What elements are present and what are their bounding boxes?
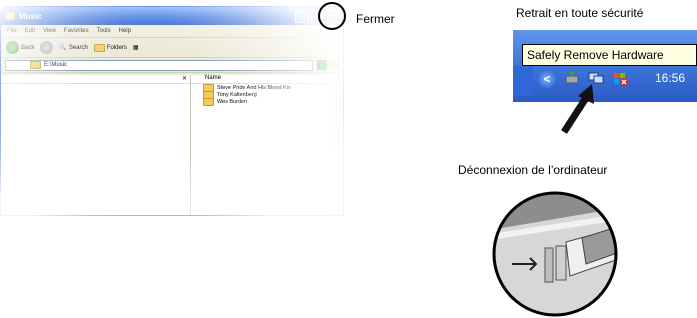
chevron-left-icon[interactable]: < — [538, 70, 556, 88]
back-icon — [6, 41, 19, 54]
folder-icon — [203, 97, 214, 106]
column-name[interactable]: Name — [191, 75, 343, 84]
toolbar: Back 🔍 Search Folders ▦ — [1, 38, 343, 58]
menu-edit[interactable]: Edit — [25, 28, 35, 34]
folders-label: Folders — [106, 44, 127, 51]
file-pane: Name Steve Pride And His Blood Kin Tony … — [191, 75, 343, 215]
explorer-window: Music _ □ ✕ File Edit View Favorites Too… — [0, 6, 344, 216]
minimize-icon[interactable]: _ — [295, 9, 309, 23]
pane-close[interactable]: ✕ — [1, 75, 190, 84]
pointer-arrow — [561, 84, 594, 134]
file-name: Steve Pride And His Blood Kin — [217, 84, 291, 91]
file-name: Wes Burden — [217, 98, 248, 105]
address-bar: E:\Music → Go — [1, 58, 343, 73]
close-callout: Fermer — [356, 12, 395, 26]
disconnect-callout: Déconnexion de l’ordinateur — [458, 163, 608, 177]
back-label: Back — [21, 44, 35, 51]
menu-view[interactable]: View — [43, 28, 56, 34]
folder-icon — [5, 12, 15, 20]
list-item[interactable]: Steve Pride And His Blood Kin — [191, 83, 343, 92]
search-label: Search — [68, 44, 88, 51]
menu-tools[interactable]: Tools — [97, 28, 111, 34]
go-icon[interactable]: → — [316, 60, 327, 70]
list-item[interactable]: Tony Kaltenberg — [191, 90, 343, 99]
tooltip: Safely Remove Hardware — [522, 44, 697, 66]
folder-icon — [30, 61, 41, 69]
list-item[interactable]: Wes Burden — [191, 97, 343, 106]
address-text: E:\Music — [44, 62, 68, 68]
go-label[interactable]: Go — [331, 62, 339, 68]
menu-favorites[interactable]: Favorites — [64, 28, 89, 34]
back-button[interactable]: Back — [6, 41, 34, 54]
views-icon: ▦ — [132, 45, 139, 51]
views-button[interactable]: ▦ — [133, 44, 139, 51]
menu-file[interactable]: File — [7, 28, 17, 34]
folder-pane: ✕ — [1, 75, 191, 215]
close-highlight-circle — [318, 2, 346, 30]
folders-icon — [93, 43, 105, 52]
forward-icon[interactable] — [40, 41, 54, 54]
search-button[interactable]: 🔍 Search — [59, 44, 88, 52]
search-icon: 🔍 — [59, 45, 67, 51]
clock[interactable]: 16:56 — [655, 71, 685, 85]
window-title: Music — [19, 11, 42, 21]
folders-button[interactable]: Folders — [93, 43, 127, 52]
safe-remove-callout: Retrait en toute sécurité — [516, 6, 644, 20]
usb-connector-illustration — [492, 191, 618, 317]
file-name: Tony Kaltenberg — [217, 91, 257, 98]
scrollbar[interactable] — [335, 75, 343, 215]
address-field[interactable]: E:\Music — [5, 59, 313, 71]
panes: ✕ Name Steve Pride And His Blood Kin Ton… — [1, 75, 343, 215]
menu-bar: File Edit View Favorites Tools Help — [1, 25, 343, 38]
menu-help[interactable]: Help — [119, 28, 131, 34]
taskbar-edge — [513, 66, 533, 96]
title-bar: Music _ □ ✕ — [1, 7, 343, 25]
